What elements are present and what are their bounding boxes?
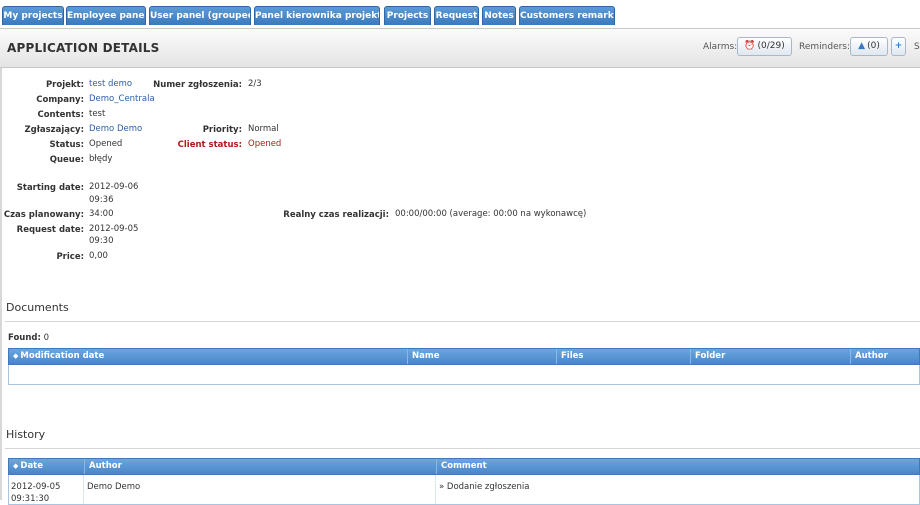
add-reminder-button[interactable]: +: [891, 37, 906, 56]
numer-value: 2/3: [248, 79, 262, 89]
status-label: Status:: [49, 140, 85, 150]
tab-user-panel-grouped[interactable]: User panel (grouped): [149, 6, 251, 25]
price-label: Price:: [56, 252, 84, 262]
priority-value: Normal: [248, 124, 279, 134]
tab-my-projects[interactable]: My projects: [2, 6, 64, 25]
company-label: Company:: [36, 95, 84, 105]
documents-grid-body: [8, 365, 920, 385]
contents-value: test: [89, 109, 106, 119]
history-grid-body: 2012-09-05 09:31:30 Demo Demo » Dodanie …: [8, 475, 920, 505]
column-modification-date-label: Modification date: [20, 351, 105, 361]
starting-date-label: Starting date:: [16, 183, 84, 193]
tab-request[interactable]: Request: [434, 6, 479, 25]
column-history-author[interactable]: Author: [84, 459, 436, 474]
alarm-clock-icon: ⏰: [744, 41, 756, 51]
column-modification-date[interactable]: ◆ Modification date: [9, 349, 407, 364]
realny-czas-label: Realny czas realizacji:: [283, 210, 389, 220]
request-date-label: Request date:: [16, 225, 84, 235]
request-details: Projekt: test demo Numer zgłoszenia: 2/3…: [0, 70, 920, 270]
company-link[interactable]: Demo_Centrala: [89, 93, 155, 106]
contents-label: Contents:: [37, 110, 84, 120]
tab-panel-kierownika[interactable]: Panel kierownika projektu: [254, 6, 380, 25]
found-count: 0: [43, 333, 50, 343]
tab-projects[interactable]: Projects: [384, 6, 431, 25]
queue-value: błędy: [89, 154, 113, 164]
column-name[interactable]: Name: [407, 349, 556, 364]
column-files[interactable]: Files: [556, 349, 690, 364]
status-value: Opened: [89, 139, 123, 149]
history-separator: [5, 448, 920, 449]
documents-found: Found: 0: [8, 333, 49, 343]
client-status-value: Opened: [248, 139, 282, 149]
alarms-count: (0/29): [757, 41, 785, 51]
czas-planowany-label: Czas planowany:: [3, 210, 84, 220]
reminders-count: (0): [867, 41, 880, 51]
column-date-label: Date: [20, 461, 44, 471]
found-label: Found:: [8, 333, 41, 343]
queue-label: Queue:: [49, 155, 84, 165]
title-bar: APPLICATION DETAILS Alarms: ⏰ (0/29) Remi…: [0, 29, 920, 68]
zglaszajacy-link[interactable]: Demo Demo: [89, 123, 142, 136]
starting-date-value: 2012-09-06: [89, 182, 139, 192]
price-value: 0,00: [89, 251, 108, 261]
history-grid-header: ◆ Date Author Comment: [8, 458, 920, 475]
priority-label: Priority:: [202, 125, 242, 135]
page-title: APPLICATION DETAILS: [7, 41, 160, 55]
sort-icon: ◆: [13, 462, 19, 470]
column-comment[interactable]: Comment: [436, 459, 920, 474]
documents-separator: [5, 321, 920, 322]
reminders-button[interactable]: ▲ (0): [850, 37, 888, 56]
column-author[interactable]: Author: [850, 349, 920, 364]
projekt-label: Projekt:: [45, 80, 84, 90]
numer-label: Numer zgłoszenia:: [153, 80, 242, 90]
cut-off-label: S: [914, 42, 920, 52]
documents-grid-header: ◆ Modification date Name Files Folder Aut…: [8, 348, 920, 365]
history-comment: » Dodanie zgłoszenia: [439, 482, 530, 492]
sort-icon: ◆: [13, 352, 19, 360]
zglaszajacy-label: Zgłaszający:: [24, 125, 84, 135]
alarms-button[interactable]: ⏰ (0/29): [737, 37, 792, 56]
history-author-link[interactable]: Demo Demo: [87, 481, 140, 493]
czas-planowany-value: 34:00: [89, 209, 114, 219]
column-folder[interactable]: Folder: [690, 349, 850, 364]
realny-czas-value: 00:00/00:00 (average: 00:00 na wykonawcę…: [395, 209, 587, 219]
alarms-label: Alarms:: [703, 42, 738, 52]
starting-time-value: 09:36: [89, 195, 114, 205]
tab-notes[interactable]: Notes: [482, 6, 516, 25]
tab-employee-panel[interactable]: Employee panel: [66, 6, 146, 25]
reminders-label: Reminders:: [799, 42, 851, 52]
history-date: 2012-09-05: [11, 482, 61, 492]
documents-title: Documents: [6, 301, 69, 314]
tab-bar: My projects Employee panel User panel (g…: [0, 0, 920, 29]
projekt-link[interactable]: test demo: [89, 78, 132, 91]
tab-customers-remarks[interactable]: Customers remarks: [519, 6, 615, 25]
request-time-value: 09:30: [89, 236, 114, 246]
history-title: History: [6, 428, 46, 441]
bell-icon: ▲: [858, 41, 866, 51]
client-status-label: Client status:: [177, 140, 242, 150]
column-date[interactable]: ◆ Date: [9, 459, 84, 474]
history-time: 09:31:30: [11, 494, 50, 504]
